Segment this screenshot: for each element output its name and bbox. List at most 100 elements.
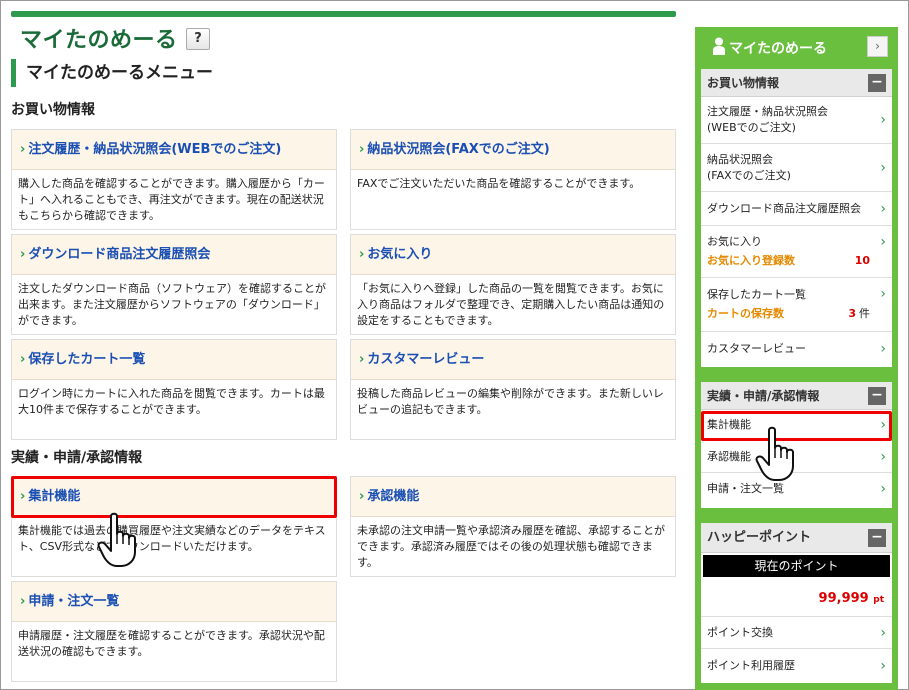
user-icon <box>713 37 725 55</box>
sidebar-item-point-history[interactable]: ポイント利用履歴 › <box>701 649 892 682</box>
card-download-history-link[interactable]: › ダウンロード商品注文履歴照会 <box>12 235 336 275</box>
cart-count-label: カートの保存数 <box>707 307 784 320</box>
page-title: マイたのめーる <box>20 28 178 53</box>
points-value-row: 99,999 pt <box>701 577 892 616</box>
sidebar-item-order-history[interactable]: 注文履歴・納品状況照会 (WEBでのご注文) › <box>701 97 892 144</box>
cart-count-unit: 件 <box>859 307 870 320</box>
chevron-right-icon: › <box>880 657 886 674</box>
sidebar-item-label: カスタマーレビュー <box>707 342 806 355</box>
sidebar-item-label: 保存したカート一覧 <box>707 288 806 301</box>
points-unit: pt <box>873 595 884 605</box>
card-title: 申請・注文一覧 <box>28 594 120 609</box>
card-title: 承認機能 <box>367 489 420 504</box>
top-accent-bar <box>11 11 676 17</box>
card-fax-status: › 納品状況照会(FAXでのご注文) FAXでご注文いただいた商品を確認することが… <box>350 129 676 230</box>
sidebar-panel-heading: お買い物情報 − <box>701 69 892 97</box>
favorites-count-label: お気に入り登録数 <box>707 254 795 267</box>
sidebar: マイたのめーる › お買い物情報 − 注文履歴・納品状況照会 (WEBでのご注文… <box>695 27 898 690</box>
chevron-right-icon: › <box>880 112 886 128</box>
sidebar-item-point-exchange[interactable]: ポイント交換 › <box>701 616 892 649</box>
card-order-history-link[interactable]: › 注文履歴・納品状況照会(WEBでのご注文) <box>12 130 336 170</box>
card-title: ダウンロード商品注文履歴照会 <box>28 247 211 262</box>
card-description: 購入した商品を確認することができます。購入履歴から「カート」へ入れることもでき、… <box>18 177 325 222</box>
card-saved-cart-link[interactable]: › 保存したカート一覧 <box>12 340 336 380</box>
sidebar-item-fax-status[interactable]: 納品状況照会 (FAXでのご注文) › <box>701 144 892 192</box>
menu-title: マイたのめーるメニュー <box>11 59 213 87</box>
chevron-right-icon: › <box>20 142 26 157</box>
card-favorites-link[interactable]: › お気に入り <box>351 235 675 275</box>
chevron-right-icon: › <box>880 448 886 465</box>
sidebar-panel-heading: 実績・申請/承認情報 − <box>701 382 892 410</box>
chevron-right-icon: › <box>359 142 365 157</box>
chevron-right-icon: › <box>880 481 886 497</box>
sidebar-item-label: お気に入り <box>707 235 762 248</box>
card-title: 保存したカート一覧 <box>28 352 146 367</box>
current-points-label: 現在のポイント <box>703 555 890 577</box>
card-download-history: › ダウンロード商品注文履歴照会 注文したダウンロード商品（ソフトウェア）を確認す… <box>11 234 337 335</box>
chevron-right-icon: › <box>880 159 886 176</box>
favorites-count-row: お気に入り登録数 10 <box>707 253 870 269</box>
card-applications-link[interactable]: › 申請・注文一覧 <box>12 582 336 622</box>
sidebar-toggle-button[interactable]: › <box>867 36 888 57</box>
chevron-right-icon: › <box>20 247 26 262</box>
chevron-right-icon: › <box>880 286 886 302</box>
chevron-right-icon: › <box>359 489 365 504</box>
sidebar-item-saved-cart[interactable]: 保存したカート一覧 カートの保存数 3件 › <box>701 278 892 332</box>
sidebar-item-customer-review[interactable]: カスタマーレビュー › <box>701 332 892 366</box>
card-title: 納品状況照会(FAXでのご注文) <box>367 142 550 157</box>
chevron-right-icon: › <box>359 247 365 262</box>
cart-count-value: 3 <box>848 307 856 320</box>
card-title: 注文履歴・納品状況照会(WEBでのご注文) <box>28 142 282 157</box>
chevron-right-icon: › <box>20 594 26 609</box>
sidebar-item-label: 注文履歴・納品状況照会 <box>707 105 828 118</box>
section-heading-shopping: お買い物情報 <box>11 102 95 118</box>
sidebar-item-label: ポイント利用履歴 <box>707 658 795 672</box>
card-description: 投稿した商品レビューの編集や削除ができます。また新しいレビューの追記もできます。 <box>357 387 664 416</box>
collapse-minus-icon[interactable]: − <box>868 74 886 92</box>
sidebar-item-label: 納品状況照会 <box>707 152 773 166</box>
pointer-hand-icon <box>97 512 136 567</box>
sidebar-item-label: (FAXでのご注文) <box>707 168 791 182</box>
card-approval: › 承認機能 未承認の注文申請一覧や承認済み履歴を確認、承認することができます。承… <box>350 476 676 577</box>
chevron-right-icon: › <box>880 200 886 217</box>
panel-heading-text: ハッピーポイント <box>707 530 812 545</box>
chevron-right-icon: › <box>880 234 886 250</box>
sidebar-panel-shopping: お買い物情報 − 注文履歴・納品状況照会 (WEBでのご注文) › 納品状況照会… <box>701 69 892 367</box>
card-fax-status-link[interactable]: › 納品状況照会(FAXでのご注文) <box>351 130 675 170</box>
sidebar-item-favorites[interactable]: お気に入り お気に入り登録数 10 › <box>701 226 892 278</box>
sidebar-item-label: (WEBでのご注文) <box>707 121 796 134</box>
card-description: ログイン時にカートに入れた商品を閲覧できます。カートは最大10件まで保存すること… <box>18 387 325 416</box>
sidebar-item-label: 申請・注文一覧 <box>707 482 784 495</box>
card-saved-cart: › 保存したカート一覧 ログイン時にカートに入れた商品を閲覧できます。カートは最大… <box>11 339 337 440</box>
sidebar-item-download-history[interactable]: ダウンロード商品注文履歴照会 › <box>701 192 892 226</box>
help-button[interactable]: ? <box>186 28 210 50</box>
card-customer-review-link[interactable]: › カスタマーレビュー <box>351 340 675 380</box>
sidebar-panel-heading: ハッピーポイント − <box>701 523 892 553</box>
card-favorites: › お気に入り 「お気に入りへ登録」した商品の一覧を閲覧できます。お気に入り商品は… <box>350 234 676 335</box>
card-customer-review: › カスタマーレビュー 投稿した商品レビューの編集や削除ができます。また新しいレビ… <box>350 339 676 440</box>
pointer-hand-icon <box>755 426 794 481</box>
card-description: 注文したダウンロード商品（ソフトウェア）を確認することが出来ます。また注文履歴か… <box>18 282 326 327</box>
panel-heading-text: お買い物情報 <box>707 76 780 90</box>
card-order-history: › 注文履歴・納品状況照会(WEBでのご注文) 購入した商品を確認することができま… <box>11 129 337 230</box>
section-heading-results: 実績・申請/承認情報 <box>11 450 143 466</box>
card-title: カスタマーレビュー <box>367 352 485 367</box>
chevron-right-icon: › <box>20 352 26 367</box>
card-approval-link[interactable]: › 承認機能 <box>351 477 675 517</box>
cart-count-row: カートの保存数 3件 <box>707 306 870 322</box>
highlight-box-aggregate <box>11 476 337 518</box>
sidebar-item-label: ポイント交換 <box>707 625 773 639</box>
card-description: FAXでご注文いただいた商品を確認することができます。 <box>357 177 641 190</box>
chevron-right-icon: › <box>880 341 886 357</box>
sidebar-panel-points: ハッピーポイント − 現在のポイント 99,999 pt ポイント交換 › ポイ… <box>701 523 892 683</box>
collapse-minus-icon[interactable]: − <box>868 387 886 405</box>
card-description: 集計機能では過去の購買履歴や注文実績などのデータをテキスト、CSV形式などでダウ… <box>18 524 326 553</box>
card-description: 未承認の注文申請一覧や承認済み履歴を確認、承認することができます。承認済み履歴で… <box>357 524 665 569</box>
sidebar-item-label: ダウンロード商品注文履歴照会 <box>707 201 861 215</box>
chevron-right-icon: › <box>880 624 886 641</box>
points-value: 99,999 <box>818 591 869 606</box>
collapse-minus-icon[interactable]: − <box>868 529 886 547</box>
panel-heading-text: 実績・申請/承認情報 <box>707 389 820 403</box>
chevron-right-icon: › <box>359 352 365 367</box>
sidebar-header: マイたのめーる › <box>695 27 898 67</box>
